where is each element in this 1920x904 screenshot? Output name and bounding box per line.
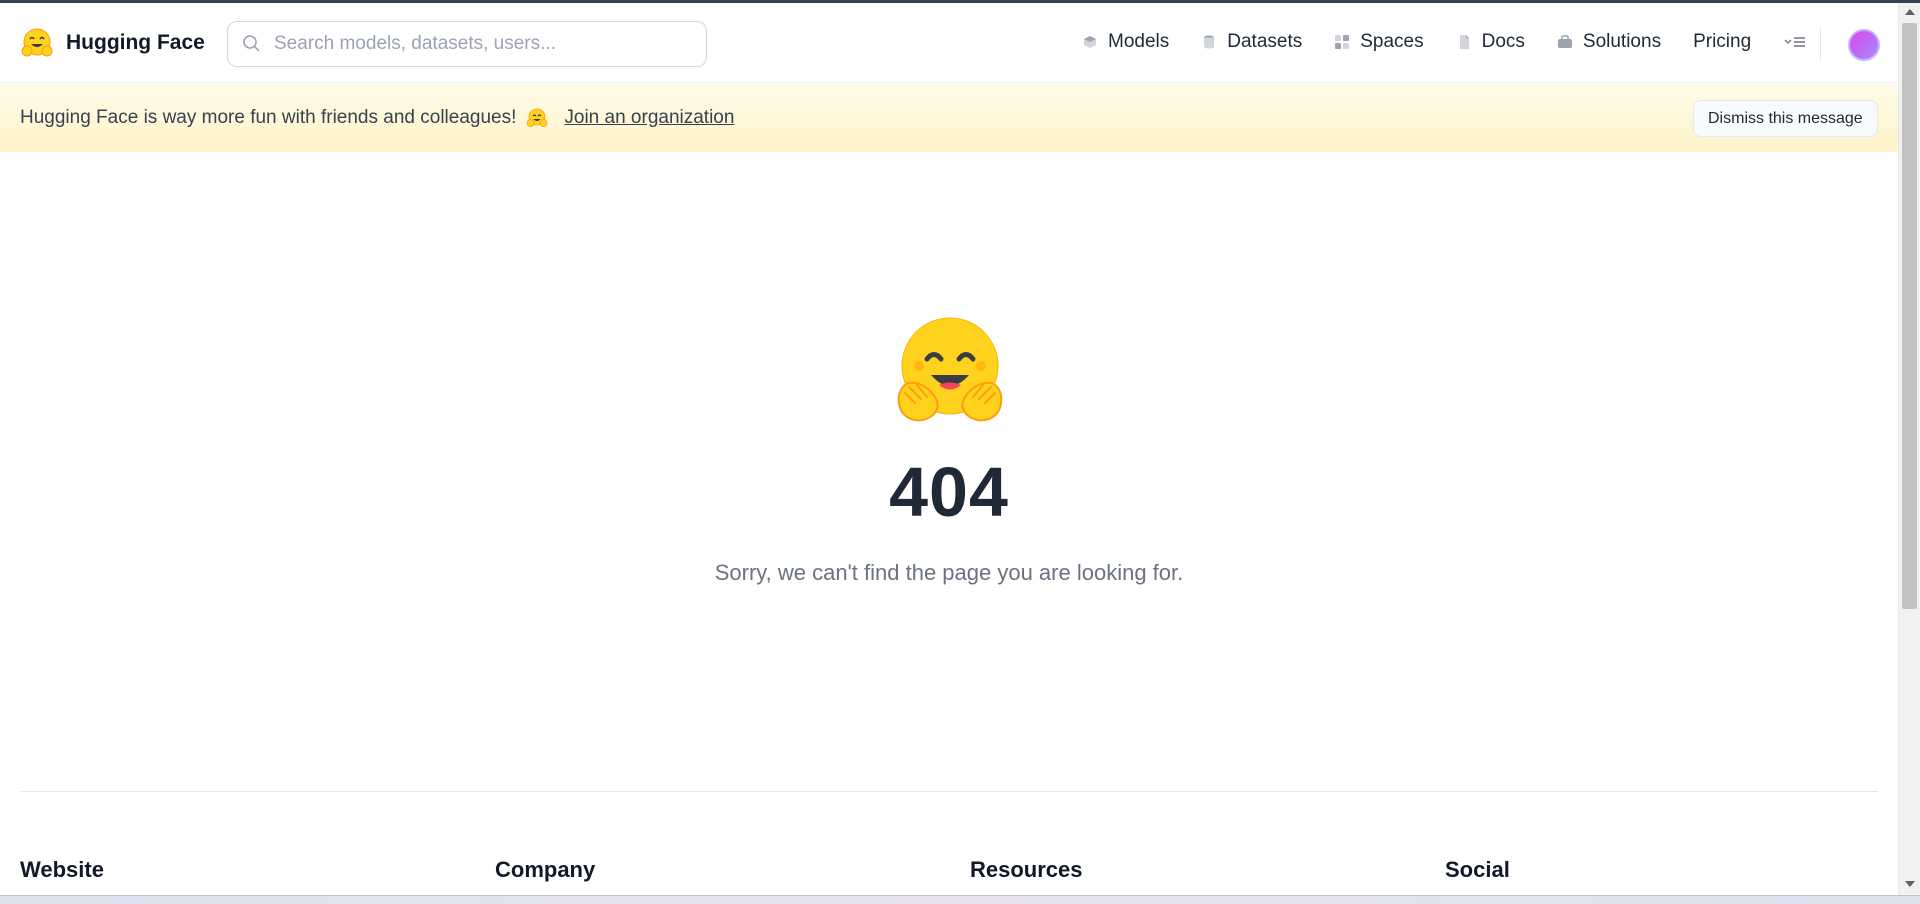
nav-item-docs[interactable]: Docs bbox=[1456, 31, 1525, 53]
join-organization-link[interactable]: Join an organization bbox=[564, 107, 734, 129]
brand-logo-link[interactable]: Hugging Face bbox=[20, 27, 205, 59]
datasets-icon bbox=[1204, 35, 1215, 49]
more-menu-icon bbox=[1784, 37, 1806, 47]
nav-item-models[interactable]: Models bbox=[1082, 31, 1169, 53]
scroll-down-arrow-icon[interactable] bbox=[1905, 881, 1915, 887]
nav-item-pricing[interactable]: Pricing bbox=[1693, 31, 1751, 53]
nav-label-docs: Docs bbox=[1481, 31, 1525, 52]
os-taskbar-strip bbox=[0, 895, 1920, 904]
nav-more-button[interactable] bbox=[1783, 32, 1813, 52]
join-organization-banner: Hugging Face is way more fun with friend… bbox=[0, 84, 1898, 152]
error-page-main: 404 Sorry, we can't find the page you ar… bbox=[0, 152, 1898, 792]
hugging-emoji-icon bbox=[526, 108, 548, 127]
nav-label-pricing: Pricing bbox=[1693, 31, 1752, 52]
scroll-up-arrow-icon[interactable] bbox=[1905, 9, 1915, 15]
error-message: Sorry, we can't find the page you are lo… bbox=[714, 560, 1184, 585]
search-input[interactable] bbox=[274, 33, 674, 55]
page-scrollbar[interactable] bbox=[1898, 3, 1920, 895]
footer-heading-website: Website bbox=[20, 857, 104, 882]
docs-icon bbox=[1459, 35, 1469, 49]
nav-label-spaces: Spaces bbox=[1360, 31, 1424, 52]
nav-divider bbox=[1820, 27, 1821, 61]
top-navbar: Hugging Face Models Datasets bbox=[0, 3, 1898, 83]
banner-message: Hugging Face is way more fun with friend… bbox=[20, 107, 517, 128]
nav-label-datasets: Datasets bbox=[1227, 31, 1303, 52]
footer-heading-company: Company bbox=[495, 857, 596, 882]
user-avatar[interactable] bbox=[1848, 29, 1880, 61]
models-icon bbox=[1084, 36, 1096, 48]
hugging-face-logo-icon bbox=[21, 28, 53, 57]
nav-label-models: Models bbox=[1108, 31, 1170, 52]
nav-item-datasets[interactable]: Datasets bbox=[1201, 31, 1302, 53]
search-box[interactable] bbox=[227, 21, 707, 67]
dismiss-message-button[interactable]: Dismiss this message bbox=[1693, 100, 1878, 137]
solutions-icon bbox=[1557, 35, 1572, 48]
footer-divider bbox=[20, 791, 1878, 792]
brand-name: Hugging Face bbox=[66, 31, 205, 54]
footer-heading-social: Social bbox=[1445, 857, 1510, 882]
scrollbar-thumb[interactable] bbox=[1902, 23, 1917, 609]
nav-item-spaces[interactable]: Spaces bbox=[1334, 31, 1424, 53]
nav-item-solutions[interactable]: Solutions bbox=[1557, 31, 1661, 53]
hugging-face-emoji-icon bbox=[897, 317, 1003, 422]
main-nav: Models Datasets Spaces Docs Solutions Pr… bbox=[1082, 31, 1813, 53]
error-code-heading: 404 bbox=[889, 453, 1009, 531]
search-icon bbox=[243, 35, 260, 52]
spaces-icon bbox=[1335, 35, 1350, 49]
nav-label-solutions: Solutions bbox=[1582, 31, 1662, 52]
footer-heading-resources: Resources bbox=[970, 857, 1083, 882]
